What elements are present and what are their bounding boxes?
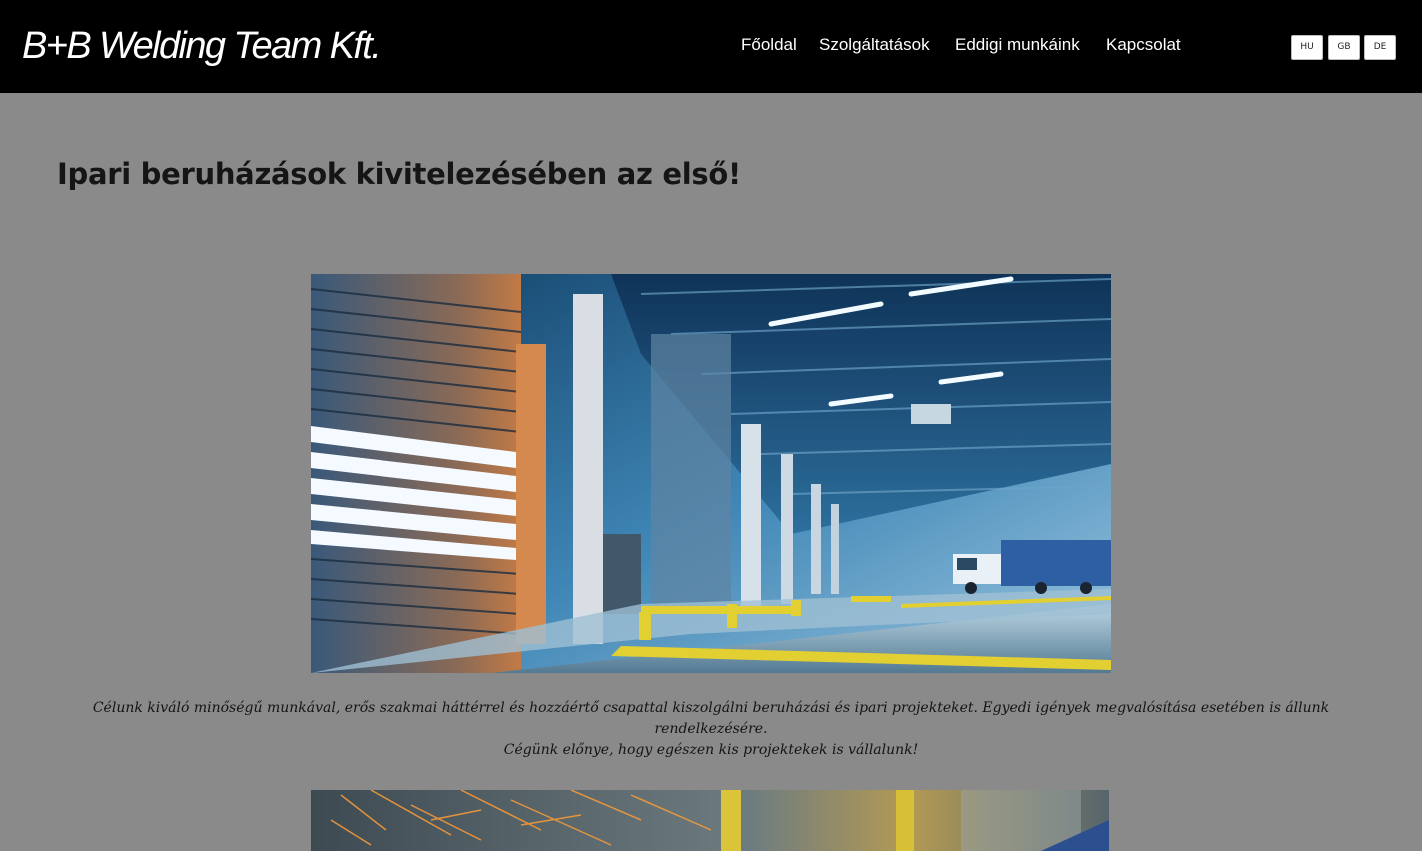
site-header: B+B Welding Team Kft. Főoldal Szolgáltat… <box>0 0 1422 93</box>
language-button-hu[interactable]: HU <box>1291 35 1323 60</box>
intro-caption: Célunk kiváló minőségű munkával, erős sz… <box>40 698 1382 761</box>
nav-link-services[interactable]: Szolgáltatások <box>819 34 930 56</box>
language-button-gb[interactable]: GB <box>1328 35 1360 60</box>
second-image-welding <box>311 790 1109 851</box>
nav-link-works[interactable]: Eddigi munkáink <box>955 34 1080 56</box>
intro-caption-line2: Cégünk előnye, hogy egészen kis projekte… <box>503 742 919 758</box>
page-headline: Ipari beruházások kivitelezésében az els… <box>57 157 741 191</box>
hero-image-warehouse <box>311 274 1111 673</box>
intro-caption-line1: Célunk kiváló minőségű munkával, erős sz… <box>92 700 1330 737</box>
site-logo[interactable]: B+B Welding Team Kft. <box>22 22 382 70</box>
nav-link-contact[interactable]: Kapcsolat <box>1106 34 1181 56</box>
language-button-de[interactable]: DE <box>1364 35 1396 60</box>
nav-link-home[interactable]: Főoldal <box>741 34 797 56</box>
